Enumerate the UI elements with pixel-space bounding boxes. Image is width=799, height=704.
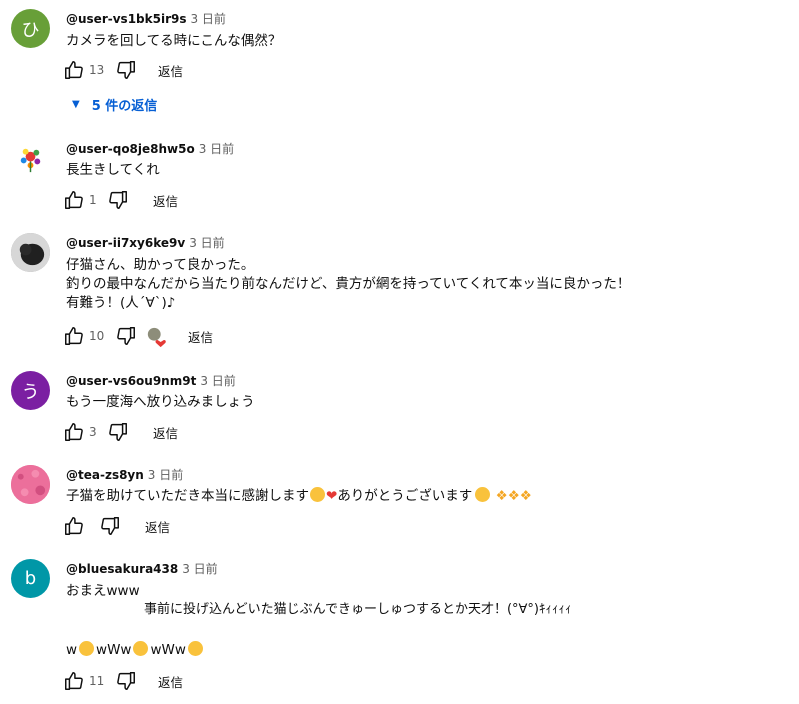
author-name[interactable]: @user-qo8je8hw5o: [66, 142, 195, 156]
comment-text-line: 事前に投げ込んどいた猫じぶんできゅーしゅつするとか天才！(°∀°)ｷｨｨｨｨ: [66, 602, 572, 617]
dislike-button[interactable]: [107, 189, 129, 211]
timestamp[interactable]: 3 日前: [148, 468, 183, 482]
thumbs-down-icon: [117, 327, 135, 345]
rofl-emoji: [187, 641, 203, 656]
dislike-button[interactable]: [99, 515, 121, 537]
like-count: 3: [89, 425, 97, 439]
comment-actions: 返信: [63, 515, 170, 537]
timestamp[interactable]: 3 日前: [200, 374, 235, 388]
view-replies-button[interactable]: ▼ 5 件の返信: [72, 95, 157, 114]
thumbs-up-icon: [65, 191, 83, 209]
avatar[interactable]: [11, 233, 50, 272]
thumbs-down-icon: [117, 672, 135, 690]
comment-header: @user-vs1bk5ir9s 3 日前: [66, 10, 226, 27]
thumbs-up-icon: [65, 61, 83, 79]
like-button[interactable]: [63, 59, 85, 81]
comment-actions: 10 返信: [63, 325, 213, 348]
reply-button[interactable]: 返信: [158, 672, 183, 691]
avatar-letter: ひ: [21, 19, 40, 41]
reply-button[interactable]: 返信: [153, 191, 178, 210]
thumbs-down-icon: [117, 61, 135, 79]
heart-icon: [147, 327, 166, 348]
timestamp[interactable]: 3 日前: [190, 12, 225, 26]
like-button[interactable]: [63, 670, 85, 692]
reply-button[interactable]: 返信: [145, 517, 170, 536]
like-button[interactable]: [63, 189, 85, 211]
author-name[interactable]: @user-vs6ou9nm9t: [66, 374, 196, 388]
like-count: 10: [89, 329, 105, 343]
avatar[interactable]: [11, 465, 50, 504]
comment-text-part: 子猫を助けていただき本当に感謝します: [66, 488, 309, 504]
avatar-image: [11, 233, 50, 272]
pleading-face-emoji: [475, 487, 491, 502]
avatar-image: [11, 465, 50, 504]
comment-header: @user-vs6ou9nm9t 3 日前: [66, 372, 236, 389]
dislike-button[interactable]: [115, 670, 137, 692]
comment-actions: 1 返信: [63, 189, 178, 211]
reply-button[interactable]: 返信: [158, 61, 183, 80]
dislike-button[interactable]: [107, 421, 129, 443]
thumbs-up-icon: [65, 423, 83, 441]
thumbs-down-icon: [109, 191, 127, 209]
comment-header: @bluesakura438 3 日前: [66, 560, 218, 577]
author-name[interactable]: @user-vs1bk5ir9s: [66, 12, 186, 26]
avatar[interactable]: b: [11, 559, 50, 598]
comment-text-line: 有難う！(人´∀`)♪: [66, 295, 176, 311]
like-button[interactable]: [63, 325, 85, 347]
rofl-emoji: [79, 641, 95, 656]
like-count: 13: [89, 63, 105, 77]
author-name[interactable]: @user-ii7xy6ke9v: [66, 236, 185, 250]
reply-button[interactable]: 返信: [188, 327, 213, 346]
author-name[interactable]: @tea-zs8yn: [66, 468, 144, 482]
like-count: 11: [89, 674, 105, 688]
avatar[interactable]: う: [11, 371, 50, 410]
comment-header: @user-qo8je8hw5o 3 日前: [66, 140, 234, 157]
heart-emoji: ❤: [326, 488, 338, 504]
avatar-image: [20, 148, 41, 173]
comment-text: 長生きしてくれ: [66, 162, 160, 178]
sad-face-emoji: [310, 487, 325, 502]
avatar[interactable]: [11, 140, 50, 179]
comment-text-line: おまえwww: [66, 583, 140, 599]
dislike-button[interactable]: [115, 325, 137, 347]
chevron-down-icon: ▼: [72, 99, 80, 110]
rofl-emoji: [133, 641, 149, 656]
comment-text: 子猫を助けていただき本当に感謝します ❤ありがとうございます ❖❖❖: [66, 486, 532, 506]
avatar[interactable]: ひ: [11, 9, 50, 48]
thumbs-down-icon: [109, 423, 127, 441]
comment-actions: 13 返信: [63, 59, 183, 81]
comment-text-part: ありがとうございます: [337, 488, 473, 504]
comment-actions: 3 返信: [63, 421, 178, 443]
timestamp[interactable]: 3 日前: [199, 142, 234, 156]
reply-button[interactable]: 返信: [153, 423, 178, 442]
comment-text: カメラを回してる時にこんな偶然？: [66, 33, 282, 49]
timestamp[interactable]: 3 日前: [189, 236, 224, 250]
like-button[interactable]: [63, 515, 85, 537]
like-count: 1: [89, 193, 97, 207]
timestamp[interactable]: 3 日前: [182, 562, 217, 576]
comment-text-line: 仔猫さん、助かって良かった。: [66, 257, 255, 273]
thumbs-up-icon: [65, 327, 83, 345]
comment-header: @tea-zs8yn 3 日前: [66, 466, 183, 483]
thumbs-down-icon: [101, 517, 119, 535]
like-button[interactable]: [63, 421, 85, 443]
replies-count-label: 5 件の返信: [91, 99, 158, 114]
comment-text-line: 釣りの最中なんだから当たり前なんだけど、貴方が網を持っていてくれて本ッ当に良かっ…: [66, 276, 631, 292]
author-name[interactable]: @bluesakura438: [66, 562, 178, 576]
avatar-letter: う: [21, 381, 40, 403]
thumbs-up-icon: [65, 517, 83, 535]
thumbs-up-icon: [65, 672, 83, 690]
dislike-button[interactable]: [115, 59, 137, 81]
avatar-letter: b: [24, 568, 37, 589]
comment-text-line: w wWw wWw: [66, 640, 205, 660]
comment-actions: 11 返信: [63, 670, 183, 692]
comment-text: もう一度海へ放り込みましょう: [66, 394, 255, 410]
comment-header: @user-ii7xy6ke9v 3 日前: [66, 234, 225, 251]
creator-heart-badge: [146, 326, 166, 348]
folded-hands-emoji: ❖❖❖: [491, 488, 532, 504]
